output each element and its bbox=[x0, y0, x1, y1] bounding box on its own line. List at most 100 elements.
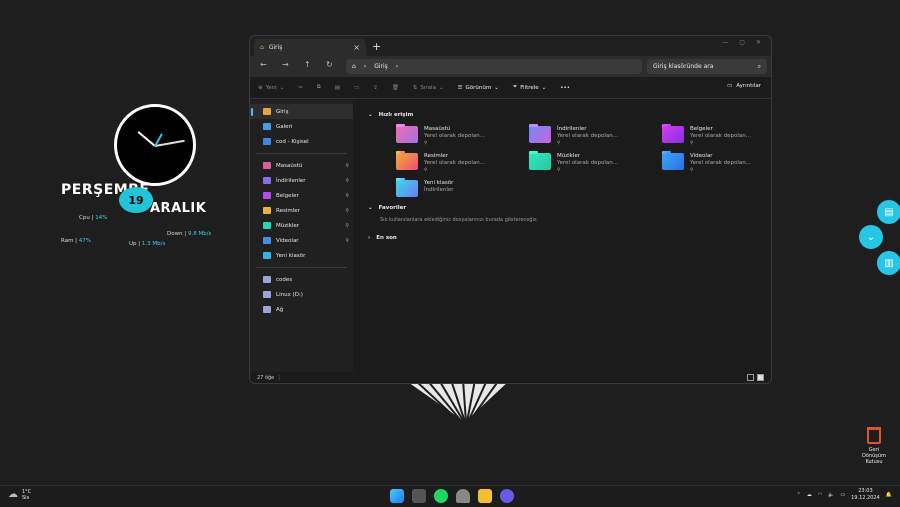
chevron-down-icon: ⌄ bbox=[494, 84, 499, 91]
folder-location: Yerel olarak depolan... bbox=[424, 133, 486, 139]
up-stat: Up | 1.3 Mb/s bbox=[129, 241, 166, 247]
recent-header[interactable]: › En son bbox=[368, 231, 757, 245]
copy-icon[interactable]: ⧉ bbox=[317, 84, 321, 91]
sidebar-item-download[interactable]: İndirilenler ⚲ bbox=[250, 173, 353, 188]
start-icon[interactable] bbox=[390, 489, 404, 503]
more-options-button[interactable]: ••• bbox=[560, 85, 570, 91]
recycle-bin-label: Geri Dönüşüm Kutusu bbox=[862, 447, 886, 465]
battery-icon[interactable]: ▭ bbox=[840, 492, 845, 498]
new-button[interactable]: ⊕ Yeni ⌄ bbox=[258, 85, 284, 91]
search-icon: ⌕ bbox=[757, 62, 761, 70]
headset-icon[interactable] bbox=[456, 489, 470, 503]
new-label: Yeni bbox=[265, 84, 277, 91]
filter-button[interactable]: ⏷ Filtrele ⌄ bbox=[513, 84, 546, 91]
folder-name: Yeni klasör bbox=[424, 180, 454, 186]
chevron-up-icon[interactable]: ⌃ bbox=[797, 492, 801, 498]
taskbar-time: 23:03 bbox=[858, 488, 873, 494]
sidebar-item-label: İndirilenler bbox=[276, 177, 306, 184]
forward-button[interactable]: → bbox=[282, 60, 289, 69]
filter-label: Filtrele bbox=[520, 84, 539, 91]
sidebar-divider bbox=[256, 153, 347, 154]
refresh-button[interactable]: ↻ bbox=[326, 60, 333, 69]
floating-folder-button[interactable]: ▤ bbox=[877, 200, 900, 224]
view-button[interactable]: ☰ Görünüm ⌄ bbox=[458, 85, 499, 91]
minimize-button[interactable]: — bbox=[722, 39, 728, 46]
recycle-bin-shortcut[interactable]: Geri Dönüşüm Kutusu bbox=[857, 427, 891, 465]
drive-icon bbox=[263, 291, 271, 298]
sidebar-item-onedrive[interactable]: cod - Kişisel bbox=[250, 134, 353, 149]
weather-widget[interactable]: ☁ 1°C Sis bbox=[8, 489, 31, 501]
new-tab-button[interactable]: + bbox=[372, 40, 381, 53]
sidebar-item-drive[interactable]: Linux (D:) bbox=[250, 287, 353, 302]
pin-icon: ⚲ bbox=[690, 168, 694, 173]
favorites-header[interactable]: ⌄ Favoriler bbox=[368, 201, 757, 215]
details-button[interactable]: ▭ Ayrıntılar bbox=[727, 83, 761, 89]
quick-access-item[interactable]: Videolar Yerel olarak depolan... ⚲ bbox=[662, 153, 762, 174]
sidebar-item-folder[interactable]: Yeni klasör bbox=[250, 248, 353, 263]
pin-icon: ⚲ bbox=[345, 192, 349, 199]
pin-icon: ⚲ bbox=[424, 141, 428, 146]
tiles-view-icon[interactable] bbox=[757, 374, 764, 381]
breadcrumb[interactable]: Giriş bbox=[374, 63, 388, 70]
spotify-icon[interactable] bbox=[434, 489, 448, 503]
taskbar-clock[interactable]: 23:03 19.12.2024 bbox=[851, 488, 880, 502]
onedrive-cloud-icon[interactable]: ☁ bbox=[807, 492, 812, 498]
sort-button[interactable]: ⇅ Sırala ⌄ bbox=[413, 85, 444, 91]
folder-icon bbox=[396, 126, 418, 143]
details-view-icon[interactable] bbox=[747, 374, 754, 381]
folder-icon bbox=[396, 153, 418, 170]
pin-icon: ⚲ bbox=[345, 207, 349, 214]
quick-access-item[interactable]: Müzikler Yerel olarak depolan... ⚲ bbox=[529, 153, 662, 174]
sidebar-item-pc[interactable]: codes bbox=[250, 272, 353, 287]
search-input[interactable]: Giriş klasöründe ara ⌕ bbox=[647, 59, 767, 74]
up-button[interactable]: ↑ bbox=[304, 60, 311, 69]
maximize-button[interactable]: ▢ bbox=[739, 39, 745, 46]
notification-bell-icon[interactable]: 🔔 bbox=[886, 492, 892, 498]
taskbar: ☁ 1°C Sis ⌃ ☁ ◠ 🔈 ▭ 23:03 19.12.2024 🔔 bbox=[0, 485, 900, 507]
download-icon bbox=[263, 177, 271, 184]
sidebar-item-video[interactable]: Videolar ⚲ bbox=[250, 233, 353, 248]
details-pane-icon: ▭ bbox=[727, 83, 733, 89]
back-button[interactable]: ← bbox=[260, 60, 267, 69]
sidebar-item-label: codes bbox=[276, 276, 293, 283]
quick-access-item[interactable]: Resimler Yerel olarak depolan... ⚲ bbox=[396, 153, 529, 174]
sidebar-item-music[interactable]: Müzikler ⚲ bbox=[250, 218, 353, 233]
cut-icon[interactable]: ✂ bbox=[298, 85, 303, 91]
sidebar-item-network[interactable]: Ağ bbox=[250, 302, 353, 317]
share-icon[interactable]: ⇪ bbox=[373, 85, 378, 91]
rename-icon[interactable]: ▭ bbox=[354, 85, 359, 91]
pin-icon: ⚲ bbox=[345, 177, 349, 184]
pc-icon bbox=[263, 276, 271, 283]
sidebar-item-pictures[interactable]: Resimler ⚲ bbox=[250, 203, 353, 218]
main-content: ⌄ Hızlı erişim Masaüstü Yerel olarak depo… bbox=[354, 100, 771, 372]
onedrive-icon bbox=[263, 138, 271, 145]
tab-home[interactable]: ⌂ Giriş × bbox=[254, 39, 366, 56]
paste-icon[interactable]: ▤ bbox=[335, 85, 340, 91]
sidebar-item-desktop[interactable]: Masaüstü ⚲ bbox=[250, 158, 353, 173]
browser-icon[interactable] bbox=[500, 489, 514, 503]
task-view-icon[interactable] bbox=[412, 489, 426, 503]
sidebar-item-gallery[interactable]: Galeri bbox=[250, 119, 353, 134]
sidebar-item-home[interactable]: Giriş bbox=[250, 104, 353, 119]
folder-icon bbox=[662, 153, 684, 170]
wifi-icon[interactable]: ◠ bbox=[818, 492, 822, 498]
status-bar: 27 öğe | bbox=[250, 372, 771, 383]
quick-access-item[interactable]: Yeni klasör İndirilenler bbox=[396, 180, 529, 197]
quick-access-item[interactable]: Belgeler Yerel olarak depolan... ⚲ bbox=[662, 126, 762, 147]
home-icon bbox=[263, 108, 271, 115]
volume-icon[interactable]: 🔈 bbox=[828, 492, 834, 498]
close-tab-icon[interactable]: × bbox=[353, 43, 360, 52]
home-icon: ⌂ bbox=[352, 63, 356, 70]
folder-name: Resimler bbox=[424, 153, 448, 159]
chevron-right-icon[interactable]: › bbox=[396, 63, 398, 70]
floating-chevron-button[interactable]: ⌄ bbox=[859, 225, 883, 249]
quick-access-item[interactable]: Masaüstü Yerel olarak depolan... ⚲ bbox=[396, 126, 529, 147]
quick-access-item[interactable]: İndirilenler Yerel olarak depolan... ⚲ bbox=[529, 126, 662, 147]
sidebar-item-document[interactable]: Belgeler ⚲ bbox=[250, 188, 353, 203]
delete-icon[interactable]: 🗑 bbox=[392, 85, 399, 91]
quick-access-header[interactable]: ⌄ Hızlı erişim bbox=[368, 108, 757, 122]
close-window-button[interactable]: ✕ bbox=[756, 39, 761, 46]
floating-book-button[interactable]: ▥ bbox=[877, 251, 900, 275]
address-bar[interactable]: ⌂ › Giriş › bbox=[346, 59, 642, 74]
file-explorer-icon[interactable] bbox=[478, 489, 492, 503]
